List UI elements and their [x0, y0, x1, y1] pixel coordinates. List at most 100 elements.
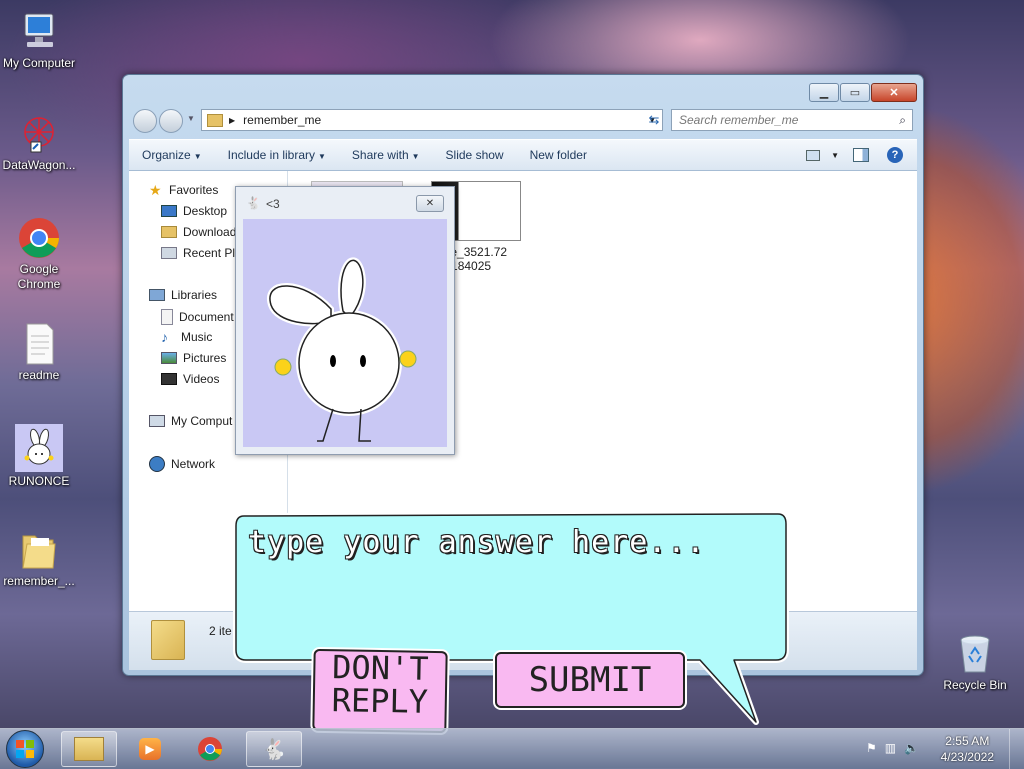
chevron-down-icon: ▼	[318, 152, 326, 161]
submit-label: SUBMIT	[528, 660, 652, 700]
search-placeholder: Search remember_me	[679, 113, 799, 127]
taskbar-media-player[interactable]: ▶	[122, 731, 178, 767]
recycle-bin-icon	[953, 632, 997, 676]
chevron-down-icon: ▼	[193, 152, 202, 161]
folder-icon	[17, 528, 61, 572]
nav-favorites[interactable]: ★ Favorites	[149, 183, 218, 197]
close-icon: ✕	[425, 198, 435, 209]
desktop-icon-label: remember_...	[3, 574, 75, 588]
media-player-icon: ▶	[139, 738, 161, 760]
breadcrumb-chevron-icon[interactable]: ▶	[229, 116, 235, 125]
view-icon	[806, 149, 821, 161]
desktop-icon-readme[interactable]: readme	[0, 322, 78, 383]
close-button[interactable]: ✕	[871, 83, 917, 102]
forward-button[interactable]	[159, 109, 183, 133]
taskbar-runonce[interactable]: 🐇	[246, 731, 302, 767]
share-with-menu[interactable]: Share with ▼	[339, 148, 433, 162]
clock[interactable]: 2:55 AM 4/23/2022	[941, 733, 994, 765]
nav-network[interactable]: Network	[149, 456, 215, 472]
nav-desktop[interactable]: Desktop	[161, 204, 227, 218]
downloads-icon	[161, 226, 177, 238]
action-center-icon[interactable]: ⚑	[866, 741, 877, 755]
desktop-icon	[161, 205, 177, 217]
folder-icon	[74, 737, 104, 761]
breadcrumb[interactable]: remember_me	[243, 113, 321, 127]
maximize-icon: ▭	[849, 87, 861, 99]
address-bar[interactable]: ▶ remember_me ▼	[201, 109, 663, 131]
help-icon[interactable]: ?	[887, 147, 903, 163]
search-input[interactable]: Search remember_me ⌕	[671, 109, 913, 131]
popup-close-button[interactable]: ✕	[416, 195, 444, 212]
clock-date: 4/23/2022	[940, 750, 994, 764]
popup-title: <3	[266, 197, 280, 211]
dont-reply-button[interactable]: DON'T REPLY	[312, 648, 448, 734]
new-folder-button[interactable]: New folder	[517, 148, 600, 162]
item-count: 2 ite	[209, 624, 232, 638]
command-bar: Organize ▼ Include in library ▼ Share with…	[129, 139, 917, 171]
answer-input[interactable]: type your answer here...	[248, 525, 705, 560]
submit-button[interactable]: SUBMIT	[495, 652, 685, 708]
taskbar-explorer[interactable]	[61, 731, 117, 767]
back-button[interactable]	[133, 109, 157, 133]
nav-documents[interactable]: Document	[161, 309, 234, 325]
nav-music[interactable]: ♪ Music	[161, 330, 212, 344]
volume-icon[interactable]: 🔈	[904, 741, 919, 755]
desktop-icon-datawagon[interactable]: DataWagon...	[0, 112, 78, 173]
pictures-icon	[161, 352, 177, 364]
bunny-icon: 🐇	[261, 738, 287, 761]
bunny-illustration	[267, 257, 417, 442]
libraries-icon	[149, 289, 165, 301]
star-icon: ★	[149, 182, 162, 198]
nav-libraries[interactable]: Libraries	[149, 288, 217, 302]
nav-videos[interactable]: Videos	[161, 372, 219, 386]
nav-pictures[interactable]: Pictures	[161, 351, 226, 365]
desktop-icon-label: Google Chrome	[17, 262, 61, 291]
desktop-icon-label: DataWagon...	[2, 158, 76, 172]
bunny-icon: 🐇	[246, 196, 261, 210]
folder-icon	[207, 113, 223, 127]
taskbar: ▶ 🐇 ⚑ ▥ 🔈 2:55 AM 4/23/2022	[0, 728, 1024, 769]
desktop-icon-google-chrome[interactable]: Google Chrome	[0, 216, 78, 292]
bunny-icon	[15, 424, 63, 472]
clock-time: 2:55 AM	[945, 734, 990, 748]
preview-pane-button[interactable]	[853, 148, 869, 162]
computer-icon	[17, 10, 61, 54]
network-icon	[149, 456, 165, 472]
minimize-button[interactable]: ▁	[809, 83, 839, 102]
recent-pages-chevron-icon[interactable]: ▼	[187, 114, 195, 123]
network-icon[interactable]: ▥	[885, 741, 896, 755]
start-button[interactable]	[6, 730, 44, 768]
taskbar-chrome[interactable]	[182, 731, 238, 767]
popup-titlebar[interactable]: 🐇 <3 ✕	[236, 187, 454, 219]
refresh-icon: ⇆	[648, 112, 660, 127]
bunny-image	[243, 219, 447, 447]
videos-icon	[161, 373, 177, 385]
nav-recent-places[interactable]: Recent Pla	[161, 246, 242, 260]
navigation-bar: ▼ ▶ remember_me ▼ ⇆ Search remember_me ⌕	[131, 107, 915, 133]
datawagon-icon	[17, 112, 61, 156]
windows-logo-icon	[16, 740, 34, 758]
desktop-icon-recycle-bin[interactable]: Recycle Bin	[936, 632, 1014, 693]
desktop-icon-my-computer[interactable]: My Computer	[0, 10, 78, 71]
bunny-popup-window[interactable]: 🐇 <3 ✕	[235, 186, 455, 455]
chrome-icon	[17, 216, 61, 260]
organize-menu[interactable]: Organize ▼	[129, 148, 215, 162]
view-options-button[interactable]: ▼	[806, 149, 839, 161]
nav-my-computer[interactable]: My Comput	[149, 414, 232, 428]
slide-show-button[interactable]: Slide show	[433, 148, 517, 162]
include-in-library-menu[interactable]: Include in library ▼	[215, 148, 339, 162]
show-desktop-button[interactable]	[1009, 729, 1024, 769]
maximize-button[interactable]: ▭	[840, 83, 870, 102]
chrome-icon	[198, 737, 222, 761]
desktop-icon-label: Recycle Bin	[943, 678, 1007, 692]
music-icon: ♪	[161, 329, 168, 345]
window-controls: ▁ ▭ ✕	[808, 83, 917, 102]
documents-icon	[161, 309, 173, 325]
desktop-icon-runonce[interactable]: RUNONCE	[0, 424, 78, 489]
refresh-button[interactable]: ⇆	[643, 109, 665, 131]
nav-downloads[interactable]: Download	[161, 225, 236, 239]
text-file-icon	[17, 322, 61, 366]
search-icon[interactable]: ⌕	[899, 113, 906, 128]
desktop-icon-remember-folder[interactable]: remember_...	[0, 528, 78, 589]
desktop-icon-label: readme	[18, 368, 60, 382]
